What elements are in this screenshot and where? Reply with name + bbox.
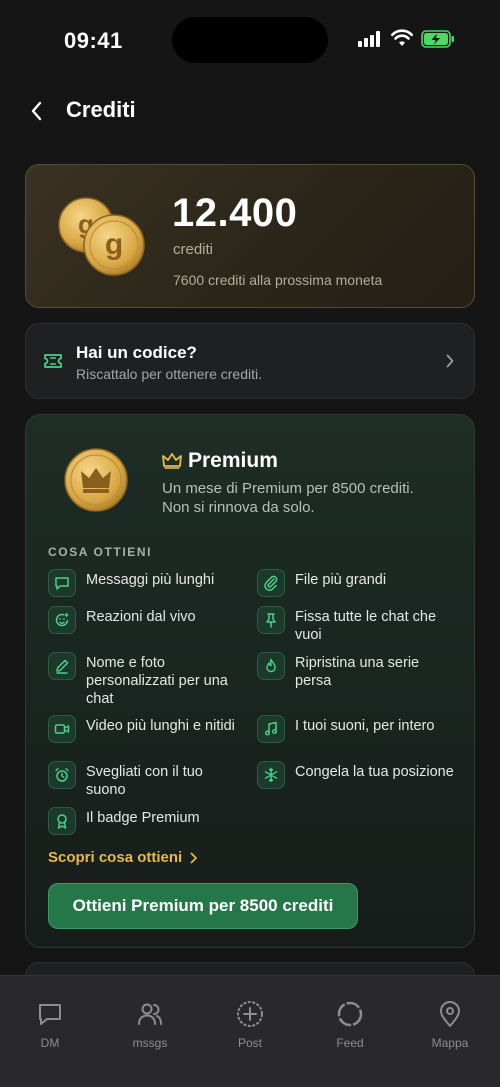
wifi-icon	[391, 29, 413, 46]
feature-label: Reazioni dal vivo	[86, 609, 196, 625]
feature-label: Svegliati con il tuo suono	[86, 764, 203, 798]
feature-label: Il badge Premium	[86, 810, 200, 826]
flame-icon	[257, 652, 285, 680]
tab-mssgs[interactable]: mssgs	[100, 1000, 200, 1050]
ring-icon	[337, 1001, 363, 1027]
tab-label: Mappa	[431, 1036, 469, 1050]
feature-item: Svegliati con il tuo suono	[48, 761, 246, 799]
get-premium-button[interactable]: Ottieni Premium per 8500 crediti	[48, 883, 358, 929]
coins-icon: g g	[58, 197, 145, 276]
chevron-right-icon	[190, 852, 198, 863]
tab-dm[interactable]: DM	[0, 1000, 100, 1050]
feature-item: Fissa tutte le chat che vuoi	[257, 606, 455, 644]
premium-title: Premium	[188, 449, 278, 472]
feature-label: Ripristina una serie persa	[295, 655, 420, 689]
feature-item: Nome e foto personalizzati per una chat	[48, 652, 246, 708]
feature-item: Il badge Premium	[48, 807, 246, 835]
pin-icon	[257, 606, 285, 634]
premium-title-row: Premium	[162, 449, 278, 473]
tab-post[interactable]: Post	[200, 1000, 300, 1050]
feature-item: I tuoi suoni, per intero	[257, 715, 455, 743]
tab-label: Post	[237, 1036, 262, 1050]
discover-label: Scopri cosa ottieni	[48, 849, 183, 866]
dynamic-island	[172, 17, 328, 63]
badge-icon	[48, 807, 76, 835]
tab-label: DM	[40, 1036, 60, 1050]
plus-circle-icon	[237, 1001, 263, 1027]
feature-item: Messaggi più lunghi	[48, 569, 246, 597]
next-coin-progress: 7600 crediti alla prossima moneta	[173, 272, 383, 288]
feature-label: File più grandi	[295, 572, 387, 588]
credit-balance: 12.400	[172, 191, 298, 235]
back-chevron-icon[interactable]	[30, 101, 44, 121]
tab-mappa[interactable]: Mappa	[400, 1000, 500, 1050]
tab-bar: DM mssgs Post Feed Mappa	[0, 975, 500, 1087]
feature-label: Messaggi più lunghi	[86, 572, 215, 588]
paperclip-icon	[257, 569, 285, 597]
svg-text:g: g	[105, 228, 123, 261]
features-section-label: COSA OTTIENI	[48, 545, 153, 559]
snowflake-icon	[257, 761, 285, 789]
signal-icon	[358, 31, 380, 47]
tab-feed[interactable]: Feed	[300, 1000, 400, 1050]
battery-charging-icon	[421, 30, 454, 48]
feature-item: Reazioni dal vivo	[48, 606, 246, 634]
feature-label: Nome e foto personalizzati per una chat	[86, 655, 228, 707]
credit-unit: crediti	[173, 241, 214, 258]
feature-item: Video più lunghi e nitidi	[48, 715, 246, 743]
discover-link[interactable]: Scopri cosa ottieni	[48, 849, 198, 866]
feature-label: Video più lunghi e nitidi	[86, 718, 235, 734]
feature-item: Congela la tua posizione	[257, 761, 455, 789]
header: Crediti	[0, 95, 500, 129]
feature-label: Fissa tutte le chat che vuoi	[295, 609, 437, 643]
status-bar: 09:41	[0, 0, 500, 80]
users-icon	[138, 1003, 162, 1025]
alarm-icon	[48, 761, 76, 789]
tab-label: Feed	[336, 1036, 364, 1050]
chat-icon	[39, 1004, 61, 1025]
premium-card: Premium Un mese di Premium per 8500 cred…	[25, 414, 475, 948]
feature-label: Congela la tua posizione	[295, 764, 454, 780]
code-card-subtitle: Riscattalo per ottenere crediti.	[76, 366, 262, 382]
status-time: 09:41	[64, 28, 123, 53]
message-icon	[48, 569, 76, 597]
premium-description: Un mese di Premium per 8500 crediti. Non…	[162, 480, 414, 516]
music-icon	[257, 715, 285, 743]
map-pin-icon	[440, 1001, 460, 1027]
feature-label: I tuoi suoni, per intero	[295, 718, 435, 734]
tab-label: mssgs	[132, 1036, 168, 1050]
balance-card: g g 12.400 crediti 7600 crediti alla pro…	[25, 164, 475, 308]
ticket-icon	[44, 354, 62, 368]
redeem-code-card[interactable]: Hai un codice? Riscattalo per ottenere c…	[25, 323, 475, 399]
smile-plus-icon	[48, 606, 76, 634]
code-card-title: Hai un codice?	[76, 343, 197, 362]
chevron-right-icon	[446, 354, 454, 368]
feature-item: File più grandi	[257, 569, 455, 597]
pencil-icon	[48, 652, 76, 680]
crown-coin-icon	[64, 448, 128, 512]
video-icon	[48, 715, 76, 743]
page-title: Crediti	[66, 97, 136, 122]
feature-item: Ripristina una serie persa	[257, 652, 455, 690]
crown-icon	[162, 453, 182, 469]
